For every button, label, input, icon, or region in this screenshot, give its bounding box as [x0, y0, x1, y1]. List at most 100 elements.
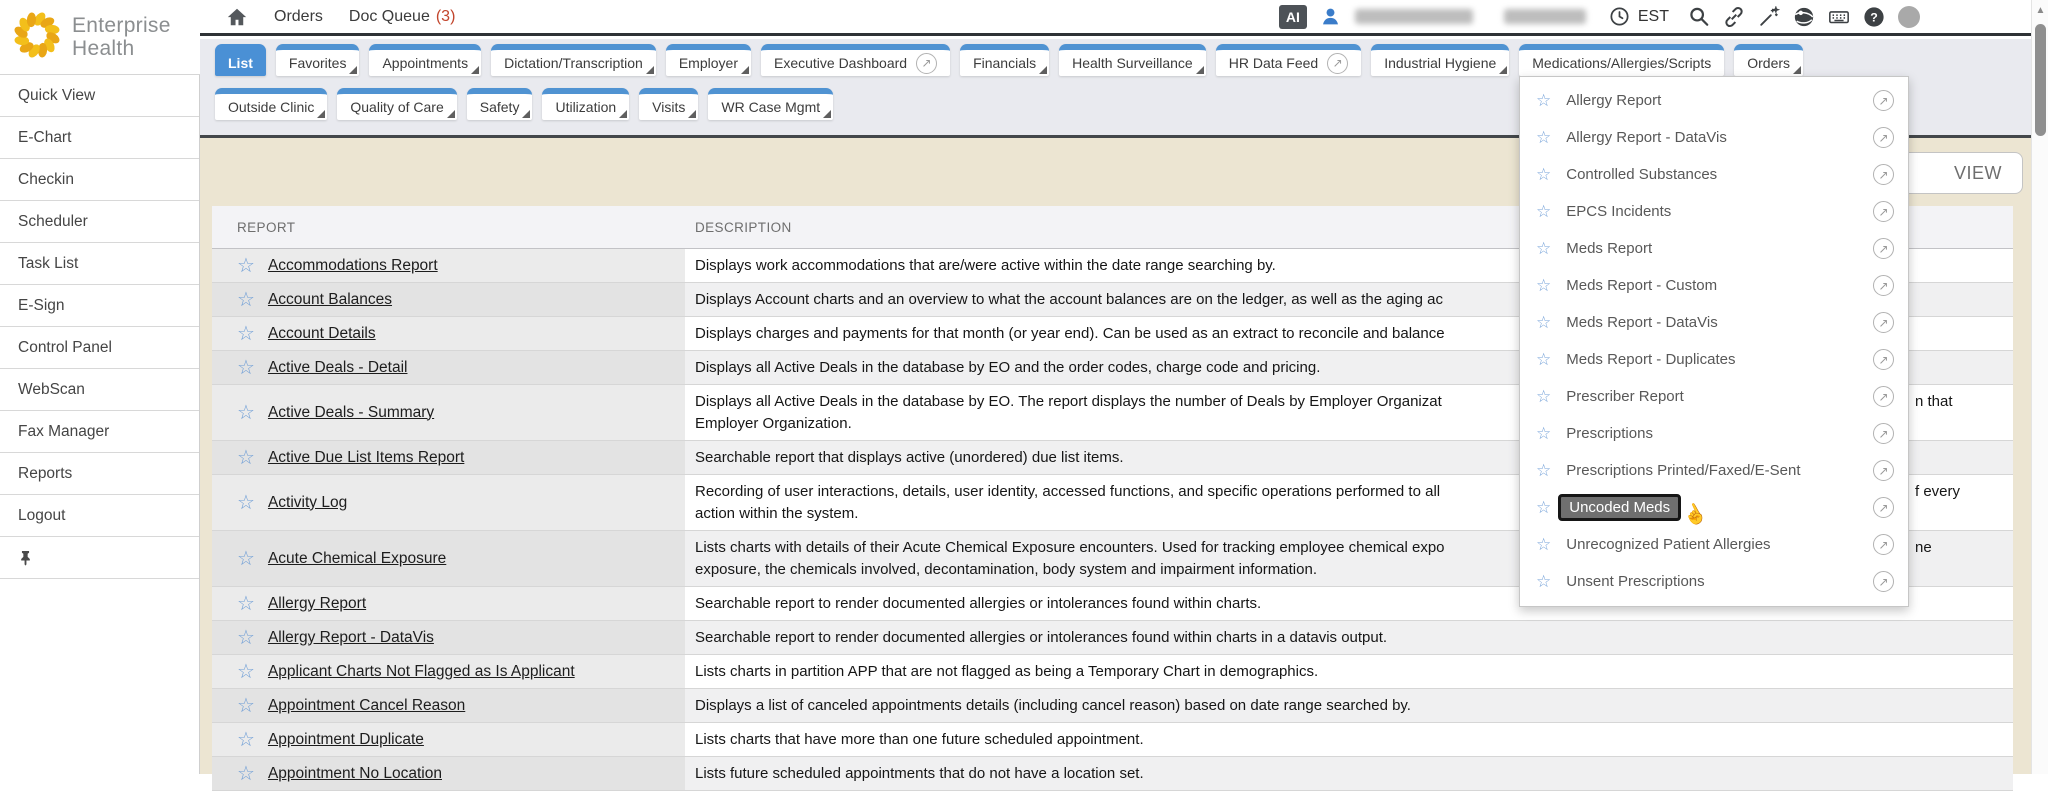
tab-executive-dashboard[interactable]: Executive Dashboard↗	[761, 44, 950, 76]
tab-safety[interactable]: Safety	[467, 88, 533, 120]
menu-item-uncoded-meds[interactable]: ☆Uncoded Meds☝↗	[1520, 489, 1908, 526]
favorite-star-icon[interactable]: ☆	[237, 403, 255, 423]
tab-favorites[interactable]: Favorites	[276, 44, 360, 76]
favorite-star-icon[interactable]: ☆	[1536, 498, 1551, 518]
report-link-allergy-report[interactable]: Allergy Report	[268, 595, 366, 613]
tab-utilization[interactable]: Utilization	[542, 88, 629, 120]
favorite-star-icon[interactable]: ☆	[1536, 202, 1551, 222]
favorite-star-icon[interactable]: ☆	[1536, 424, 1551, 444]
report-link-account-balances[interactable]: Account Balances	[268, 291, 392, 309]
breadcrumb-orders[interactable]: Orders	[274, 8, 323, 26]
favorite-star-icon[interactable]: ☆	[1536, 572, 1551, 592]
report-link-activity-log[interactable]: Activity Log	[268, 494, 347, 512]
menu-item-allergy-report-datavis[interactable]: ☆Allergy Report - DataVis↗	[1520, 119, 1908, 156]
report-link-account-details[interactable]: Account Details	[268, 325, 376, 343]
tab-medications-allergies-scripts[interactable]: Medications/Allergies/Scripts	[1519, 44, 1724, 76]
open-in-new-icon[interactable]: ↗	[1873, 460, 1894, 481]
favorite-star-icon[interactable]: ☆	[1536, 461, 1551, 481]
sidebar-item-e-sign[interactable]: E-Sign	[0, 285, 199, 327]
tab-visits[interactable]: Visits	[639, 88, 698, 120]
favorite-star-icon[interactable]: ☆	[237, 730, 255, 750]
tab-hr-data-feed[interactable]: HR Data Feed↗	[1216, 44, 1361, 76]
sidebar-item-webscan[interactable]: WebScan	[0, 369, 199, 411]
open-in-new-icon[interactable]: ↗	[1873, 312, 1894, 333]
sidebar-item-scheduler[interactable]: Scheduler	[0, 201, 199, 243]
favorite-star-icon[interactable]: ☆	[237, 628, 255, 648]
report-link-active-deals-detail[interactable]: Active Deals - Detail	[268, 359, 408, 377]
vertical-scrollbar[interactable]: ▲	[2031, 0, 2048, 774]
sidebar-item-fax-manager[interactable]: Fax Manager	[0, 411, 199, 453]
open-in-new-icon[interactable]: ↗	[1873, 164, 1894, 185]
favorite-star-icon[interactable]: ☆	[1536, 165, 1551, 185]
open-in-new-icon[interactable]: ↗	[1873, 534, 1894, 555]
sidebar-item-task-list[interactable]: Task List	[0, 243, 199, 285]
report-link-allergy-report-datavis[interactable]: Allergy Report - DataVis	[268, 629, 434, 647]
open-in-new-icon[interactable]: ↗	[916, 53, 937, 74]
sidebar-item-reports[interactable]: Reports	[0, 453, 199, 495]
favorite-star-icon[interactable]: ☆	[1536, 387, 1551, 407]
tab-dictation-transcription[interactable]: Dictation/Transcription	[491, 44, 656, 76]
open-in-new-icon[interactable]: ↗	[1873, 275, 1894, 296]
menu-item-meds-report-custom[interactable]: ☆Meds Report - Custom↗	[1520, 267, 1908, 304]
favorite-star-icon[interactable]: ☆	[1536, 239, 1551, 259]
menu-item-controlled-substances[interactable]: ☆Controlled Substances↗	[1520, 156, 1908, 193]
report-link-active-due-list-items-report[interactable]: Active Due List Items Report	[268, 449, 464, 467]
sidebar-item-quick-view[interactable]: Quick View	[0, 75, 199, 117]
wand-icon[interactable]	[1758, 6, 1780, 28]
tab-industrial-hygiene[interactable]: Industrial Hygiene	[1371, 44, 1509, 76]
open-in-new-icon[interactable]: ↗	[1327, 53, 1348, 74]
tab-orders[interactable]: Orders	[1734, 44, 1803, 76]
scrollbar-up-arrow[interactable]: ▲	[2032, 5, 2048, 16]
open-in-new-icon[interactable]: ↗	[1873, 238, 1894, 259]
report-link-active-deals-summary[interactable]: Active Deals - Summary	[268, 404, 434, 422]
open-in-new-icon[interactable]: ↗	[1873, 423, 1894, 444]
favorite-star-icon[interactable]: ☆	[237, 448, 255, 468]
favorite-star-icon[interactable]: ☆	[1536, 313, 1551, 333]
favorite-star-icon[interactable]: ☆	[237, 493, 255, 513]
favorite-star-icon[interactable]: ☆	[1536, 91, 1551, 111]
report-link-acute-chemical-exposure[interactable]: Acute Chemical Exposure	[268, 550, 446, 568]
sidebar-item-checkin[interactable]: Checkin	[0, 159, 199, 201]
clock-icon[interactable]	[1609, 6, 1631, 28]
sidebar-pin-button[interactable]	[0, 537, 199, 579]
tab-outside-clinic[interactable]: Outside Clinic	[215, 88, 327, 120]
open-in-new-icon[interactable]: ↗	[1873, 127, 1894, 148]
menu-item-unsent-prescriptions[interactable]: ☆Unsent Prescriptions↗	[1520, 563, 1908, 600]
globe-icon[interactable]	[1793, 6, 1815, 28]
open-in-new-icon[interactable]: ↗	[1873, 571, 1894, 592]
favorite-star-icon[interactable]: ☆	[237, 256, 255, 276]
favorite-star-icon[interactable]: ☆	[237, 290, 255, 310]
breadcrumb-doc-queue[interactable]: Doc Queue(3)	[349, 8, 456, 26]
menu-item-unrecognized-patient-allergies[interactable]: ☆Unrecognized Patient Allergies↗	[1520, 526, 1908, 563]
report-link-applicant-charts-not-flagged-as-is-applicant[interactable]: Applicant Charts Not Flagged as Is Appli…	[268, 663, 575, 681]
favorite-star-icon[interactable]: ☆	[237, 549, 255, 569]
sidebar-item-logout[interactable]: Logout	[0, 495, 199, 537]
ai-badge[interactable]: AI	[1279, 5, 1307, 29]
favorite-star-icon[interactable]: ☆	[237, 594, 255, 614]
report-link-appointment-cancel-reason[interactable]: Appointment Cancel Reason	[268, 697, 465, 715]
open-in-new-icon[interactable]: ↗	[1873, 497, 1894, 518]
keyboard-icon[interactable]	[1828, 6, 1850, 28]
menu-item-allergy-report[interactable]: ☆Allergy Report↗	[1520, 82, 1908, 119]
menu-item-meds-report-datavis[interactable]: ☆Meds Report - DataVis↗	[1520, 304, 1908, 341]
home-icon[interactable]	[226, 6, 248, 28]
report-link-appointment-duplicate[interactable]: Appointment Duplicate	[268, 731, 424, 749]
favorite-star-icon[interactable]: ☆	[237, 662, 255, 682]
tab-wr-case-mgmt[interactable]: WR Case Mgmt	[708, 88, 833, 120]
open-in-new-icon[interactable]: ↗	[1873, 90, 1894, 111]
report-link-accommodations-report[interactable]: Accommodations Report	[268, 257, 438, 275]
open-in-new-icon[interactable]: ↗	[1873, 349, 1894, 370]
user-icon[interactable]	[1320, 6, 1342, 28]
favorite-star-icon[interactable]: ☆	[237, 324, 255, 344]
tab-employer[interactable]: Employer	[666, 44, 751, 76]
sidebar-item-control-panel[interactable]: Control Panel	[0, 327, 199, 369]
tab-health-surveillance[interactable]: Health Surveillance	[1059, 44, 1206, 76]
favorite-star-icon[interactable]: ☆	[1536, 276, 1551, 296]
tab-quality-of-care[interactable]: Quality of Care	[337, 88, 456, 120]
sidebar-item-e-chart[interactable]: E-Chart	[0, 117, 199, 159]
tab-list[interactable]: List	[215, 44, 266, 76]
menu-item-meds-report-duplicates[interactable]: ☆Meds Report - Duplicates↗	[1520, 341, 1908, 378]
favorite-star-icon[interactable]: ☆	[237, 358, 255, 378]
link-icon[interactable]	[1723, 6, 1745, 28]
favorite-star-icon[interactable]: ☆	[1536, 128, 1551, 148]
